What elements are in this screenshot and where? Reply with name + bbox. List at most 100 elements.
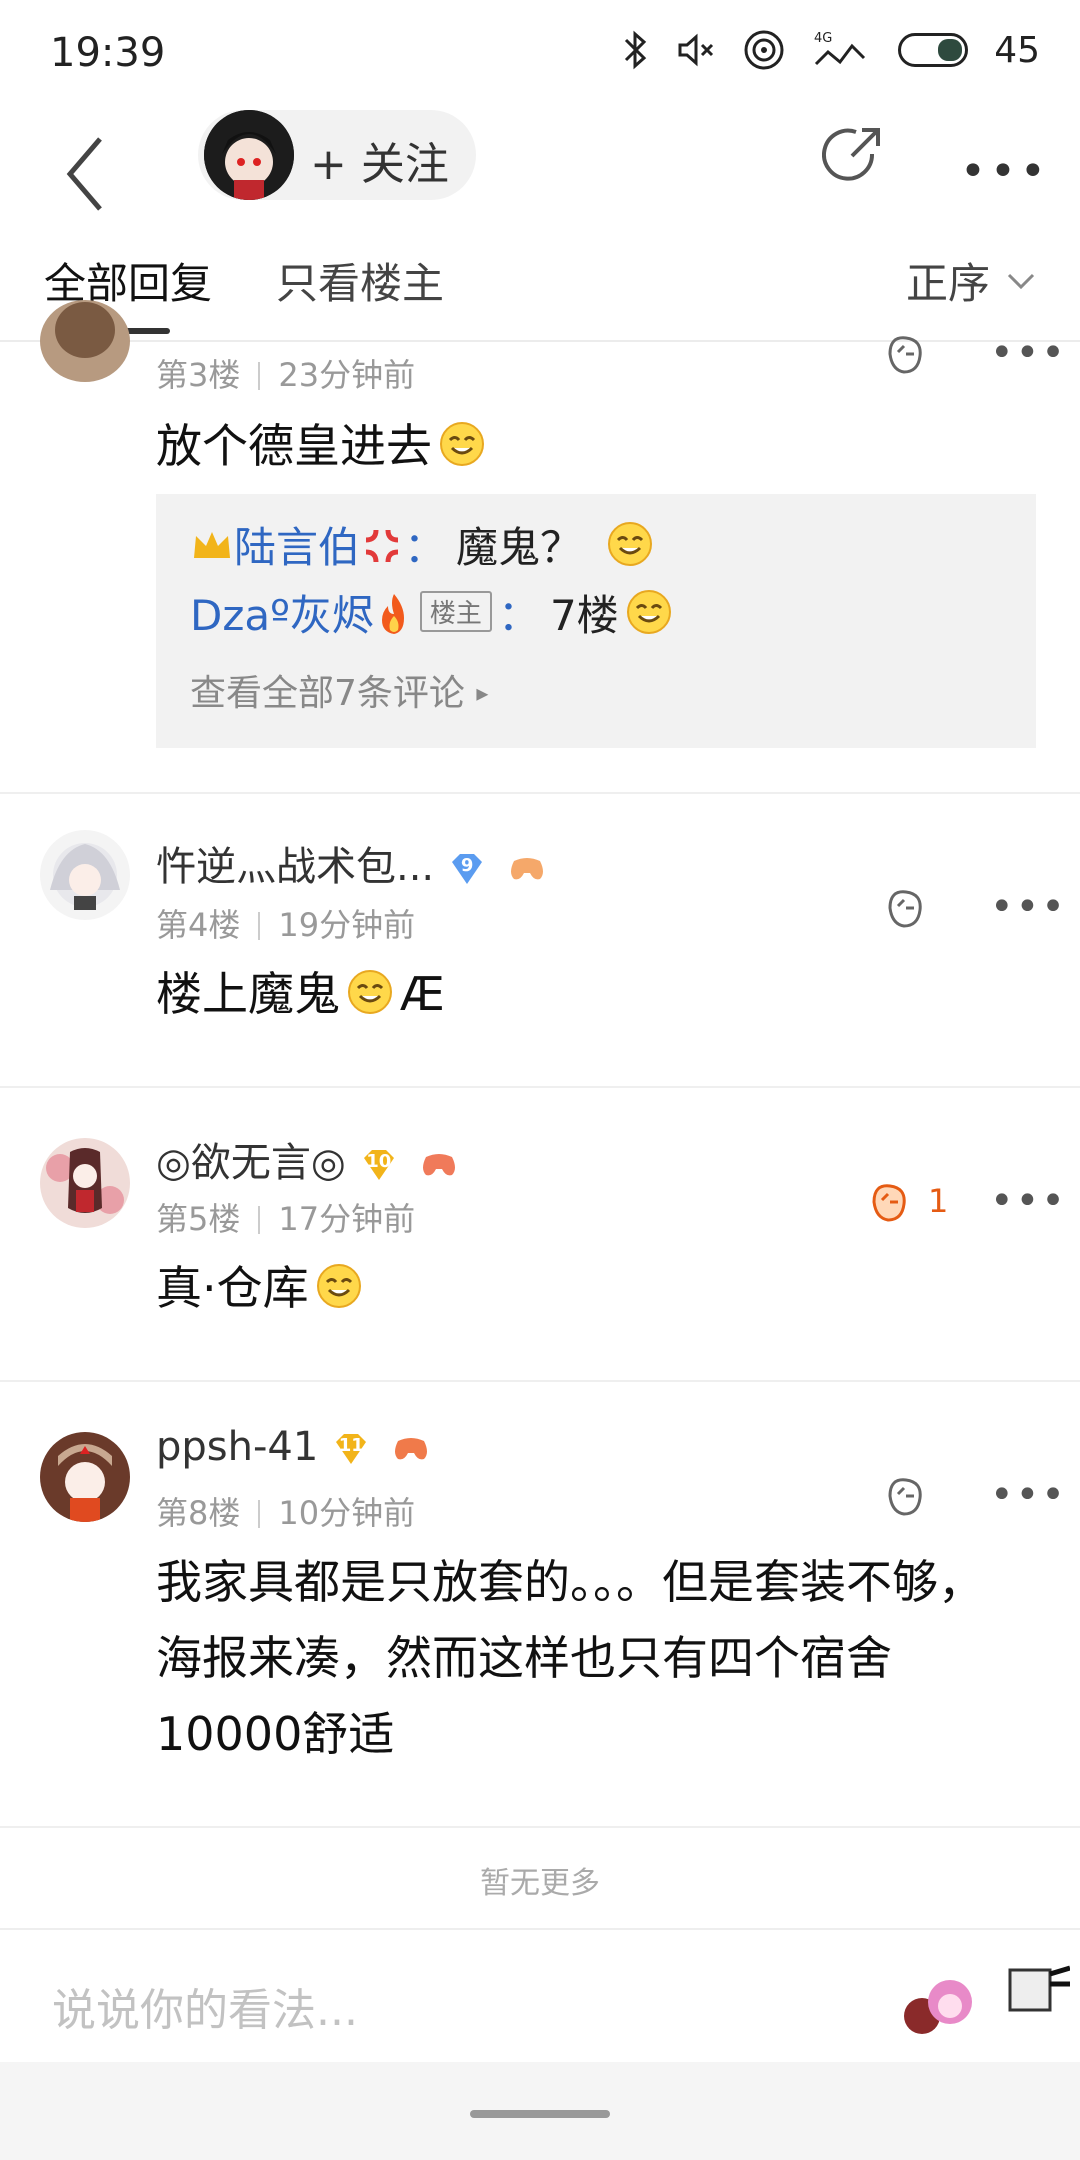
sticker-button[interactable] bbox=[900, 1960, 1071, 2040]
op-badge: 楼主 bbox=[419, 591, 492, 632]
hotspot-icon bbox=[744, 30, 784, 70]
sort-label: 正序 bbox=[905, 259, 990, 308]
reply-item: ppsh-41 11 第8楼 10分钟前 ••• 我家具都是只放套的。。。但是套装不… bbox=[0, 1382, 1080, 1826]
system-nav-bar bbox=[0, 2062, 1080, 2160]
chevron-down-icon bbox=[1007, 273, 1035, 289]
game-controller-icon bbox=[422, 1154, 455, 1176]
more-options-icon[interactable]: ••• bbox=[960, 146, 1050, 197]
crown-icon bbox=[194, 532, 230, 558]
op-avatar[interactable] bbox=[204, 110, 294, 200]
game-controller-icon bbox=[511, 858, 544, 880]
reply-suffix: Æ bbox=[400, 967, 445, 1021]
like-icon[interactable] bbox=[880, 884, 928, 932]
post-time: 10分钟前 bbox=[278, 1494, 416, 1532]
signal-icon: 4G bbox=[814, 31, 866, 66]
reply-more-icon[interactable]: ••• bbox=[990, 1178, 1067, 1224]
reply-more-icon[interactable]: ••• bbox=[990, 884, 1067, 930]
thread-header: + 关注 ••• bbox=[0, 110, 1080, 240]
reply-item: ◎欲无言◎ 10 第5楼 17分钟前 1 ••• 真·仓库 bbox=[0, 1088, 1080, 1380]
tab-op-only[interactable]: 只看楼主 bbox=[276, 250, 444, 311]
reply-content: 我家具都是只放套的。。。但是套装不够，海报来凑，然而这样也只有四个宿舍10000… bbox=[156, 1555, 984, 1761]
share-icon[interactable] bbox=[822, 124, 886, 188]
username[interactable]: 忤逆灬战术包... 9 bbox=[156, 834, 546, 892]
floor-number: 第3楼 bbox=[156, 356, 241, 394]
back-icon[interactable] bbox=[60, 124, 130, 224]
comment-text: 7楼 bbox=[549, 591, 619, 640]
reply-text: 真·仓库 bbox=[156, 1261, 309, 1315]
like-icon[interactable] bbox=[880, 1472, 928, 1520]
avatar[interactable] bbox=[40, 830, 130, 920]
status-bar: 19:39 4G 45 bbox=[0, 0, 1080, 110]
laugh-emoji-icon bbox=[316, 1264, 361, 1308]
floor-meta: 第3楼 23分钟前 bbox=[156, 350, 415, 396]
view-all-comments-link[interactable]: 查看全部7条评论 ▸ bbox=[190, 664, 488, 716]
comment-bar: 说说你的看法... bbox=[0, 1928, 1080, 2064]
sub-comments[interactable]: 陆言伯：魔鬼？ Dzaº灰烬 楼主： 7楼 查看全部7条评论 ▸ bbox=[156, 494, 1036, 748]
reply-item: 第3楼 23分钟前 ••• 放个德皇进去 陆言伯：魔鬼？ Dzaº灰烬 楼主： 7楼 … bbox=[0, 300, 1080, 792]
reply-content: 真·仓库 bbox=[156, 1250, 1006, 1326]
reply-text: 放个德皇进去 bbox=[156, 419, 432, 473]
like-count: 1 bbox=[928, 1182, 949, 1220]
bluetooth-icon bbox=[625, 30, 647, 70]
username[interactable]: ◎欲无言◎ 10 bbox=[156, 1130, 458, 1188]
reply-content: 放个德皇进去 bbox=[156, 408, 1006, 484]
post-time: 17分钟前 bbox=[278, 1200, 416, 1238]
chevron-right-icon: ▸ bbox=[476, 679, 489, 707]
sticker-icon bbox=[904, 1965, 1071, 2034]
reply-item: 忤逆灬战术包... 9 第4楼 19分钟前 ••• 楼上魔鬼 Æ bbox=[0, 794, 1080, 1086]
sort-dropdown[interactable]: 正序 bbox=[906, 250, 1036, 311]
reply-content: 楼上魔鬼 Æ bbox=[156, 956, 1006, 1032]
avatar[interactable] bbox=[40, 300, 130, 382]
sub-comment[interactable]: 陆言伯 ：魔鬼？ bbox=[190, 514, 654, 575]
level-badge: 11 bbox=[332, 1430, 370, 1468]
level-number: 10 bbox=[366, 1151, 392, 1172]
sub-comment[interactable]: Dzaº灰烬 楼主： 7楼 bbox=[190, 582, 673, 643]
status-icons: 4G 45 bbox=[620, 28, 1040, 72]
floor-number: 第8楼 bbox=[156, 1494, 241, 1532]
battery-icon bbox=[898, 33, 969, 67]
comment-input[interactable]: 说说你的看法... bbox=[52, 1974, 358, 2038]
level-badge: 9 bbox=[448, 850, 486, 888]
status-time: 19:39 bbox=[50, 30, 166, 76]
comment-separator: ： bbox=[497, 591, 540, 640]
floor-number: 第4楼 bbox=[156, 906, 241, 944]
anger-emoji-icon bbox=[365, 529, 399, 563]
divider bbox=[0, 1826, 1080, 1828]
reply-more-icon[interactable]: ••• bbox=[990, 1472, 1067, 1518]
comment-text: 魔鬼？ bbox=[456, 523, 583, 572]
floor-number: 第5楼 bbox=[156, 1200, 241, 1238]
game-controller-icon bbox=[395, 1438, 428, 1460]
battery-level: 45 bbox=[994, 29, 1040, 71]
like-icon[interactable] bbox=[864, 1178, 912, 1226]
laugh-emoji-icon bbox=[626, 590, 671, 634]
home-indicator[interactable] bbox=[470, 2110, 610, 2118]
view-all-label: 查看全部7条评论 bbox=[190, 673, 465, 714]
commenter-name[interactable]: 陆言伯 bbox=[234, 523, 360, 572]
follow-button[interactable]: + 关注 bbox=[198, 110, 476, 200]
username-text: ◎欲无言◎ bbox=[156, 1140, 346, 1186]
svg-text:4G: 4G bbox=[814, 31, 832, 46]
floor-meta: 第8楼 10分钟前 bbox=[156, 1488, 415, 1534]
laugh-emoji-icon bbox=[608, 522, 653, 566]
floor-meta: 第5楼 17分钟前 bbox=[156, 1194, 415, 1240]
avatar[interactable] bbox=[40, 1138, 130, 1228]
username-text: ppsh-41 bbox=[156, 1424, 319, 1470]
reply-more-icon[interactable]: ••• bbox=[990, 330, 1067, 376]
username[interactable]: ppsh-41 11 bbox=[156, 1424, 430, 1470]
comment-separator: ： bbox=[404, 523, 447, 572]
laugh-emoji-icon bbox=[348, 970, 392, 1014]
level-number: 9 bbox=[460, 855, 474, 876]
reply-text: 楼上魔鬼 bbox=[156, 967, 340, 1021]
no-more-label: 暂无更多 bbox=[480, 1866, 600, 1901]
mute-icon bbox=[678, 33, 714, 67]
reply-tabs: 全部回复 只看楼主 正序 bbox=[0, 240, 1080, 342]
floor-meta: 第4楼 19分钟前 bbox=[156, 900, 415, 946]
follow-label: + 关注 bbox=[310, 139, 449, 190]
level-badge: 10 bbox=[360, 1146, 398, 1184]
commenter-name[interactable]: Dzaº灰烬 bbox=[190, 591, 374, 640]
avatar[interactable] bbox=[40, 1432, 130, 1522]
laugh-emoji-icon bbox=[440, 422, 484, 466]
fire-icon bbox=[381, 594, 404, 634]
like-icon[interactable] bbox=[880, 330, 928, 378]
post-time: 19分钟前 bbox=[278, 906, 416, 944]
